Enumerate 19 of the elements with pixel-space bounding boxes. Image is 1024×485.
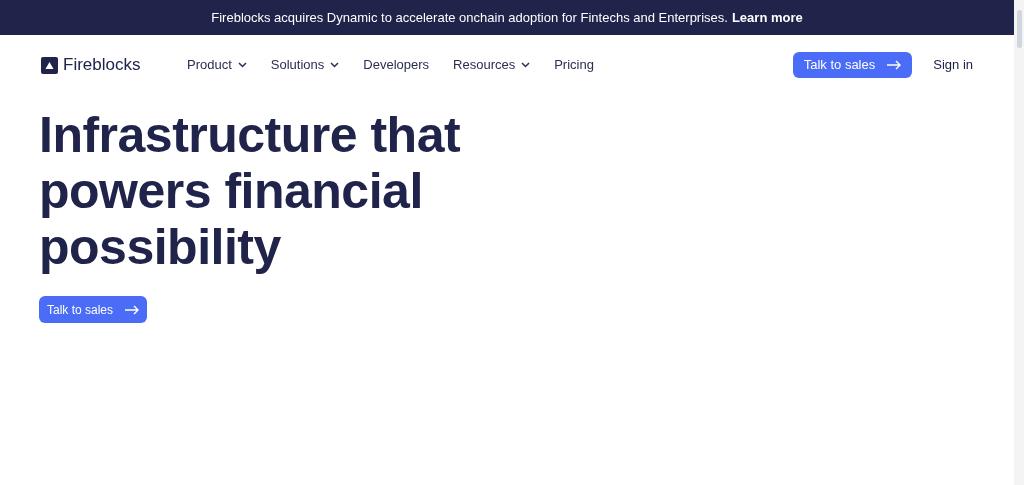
- talk-to-sales-button[interactable]: Talk to sales: [792, 52, 913, 78]
- learn-more-link[interactable]: Learn more: [731, 7, 803, 28]
- nav-menu-item[interactable]: Product: [187, 55, 247, 75]
- arrow-right-icon: [125, 304, 140, 315]
- chevron-down-icon: [330, 62, 340, 68]
- chevron-down-icon: [521, 62, 531, 68]
- nav-menu-item[interactable]: Solutions: [270, 55, 340, 75]
- sign-in-link[interactable]: Sign in: [933, 55, 973, 75]
- logo-wordmark[interactable]: Fireblocks: [63, 52, 141, 78]
- nav-menu-item[interactable]: Developers: [363, 55, 430, 75]
- talk-to-sales-button[interactable]: Talk to sales: [39, 296, 148, 323]
- logo-icon: [41, 56, 58, 74]
- chevron-down-icon: [237, 62, 247, 68]
- announcement-text: Fireblocks acquires Dynamic to accelerate onchain adoption for Fintechs and Enterprises.: [211, 8, 728, 27]
- scrollbar[interactable]: [1014, 0, 1024, 485]
- hero-heading: Infrastructure that powers financial possibility: [39, 107, 462, 275]
- arrow-right-icon: [887, 60, 902, 70]
- nav-menu-item[interactable]: Pricing: [554, 55, 594, 75]
- nav-menu-item[interactable]: Resources: [453, 55, 531, 75]
